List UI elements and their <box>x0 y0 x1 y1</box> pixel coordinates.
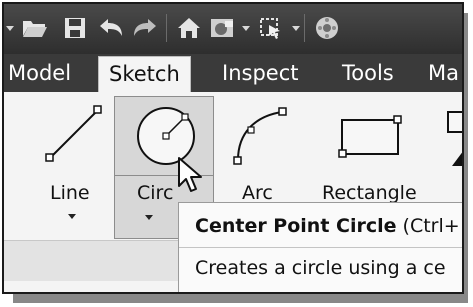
save-icon[interactable] <box>60 13 90 43</box>
tab-inspect[interactable]: Inspect <box>222 54 298 92</box>
next-tool-icon[interactable] <box>442 106 464 176</box>
circle-tool-label: Circ <box>137 182 174 204</box>
toolbar-separator <box>304 14 305 42</box>
toolbar-separator <box>166 14 167 42</box>
line-dropdown-arrow-icon[interactable] <box>68 214 76 219</box>
tooltip: Center Point Circle (Ctrl+ Creates a cir… <box>178 202 462 292</box>
quick-access-toolbar <box>4 4 462 54</box>
tooltip-separator <box>179 247 462 248</box>
rectangle-tool-label: Rectangle <box>322 182 417 204</box>
tooltip-shortcut: (Ctrl+ <box>396 215 460 237</box>
tab-model[interactable]: Model <box>8 54 71 92</box>
screenshot-frame: Model Sketch Inspect Tools Ma Line Circ … <box>2 2 464 294</box>
undo-icon[interactable] <box>96 13 126 43</box>
ribbon-tab-bar: Model Sketch Inspect Tools Ma <box>4 54 462 93</box>
home-icon[interactable] <box>174 13 204 43</box>
tab-tools[interactable]: Tools <box>342 54 394 92</box>
redo-icon[interactable] <box>130 13 160 43</box>
dropdown-arrow-icon[interactable] <box>6 26 14 31</box>
open-folder-icon[interactable] <box>20 13 50 43</box>
tab-manage[interactable]: Ma <box>428 54 459 92</box>
tooltip-description: Creates a circle using a ce <box>195 257 446 279</box>
dropdown-arrow-icon[interactable] <box>242 26 250 31</box>
line-tool-label: Line <box>50 182 90 204</box>
tab-sketch[interactable]: Sketch <box>98 56 191 93</box>
appearance-icon[interactable] <box>312 13 342 43</box>
select-icon[interactable] <box>256 13 286 43</box>
tooltip-title: Center Point Circle (Ctrl+ <box>195 215 460 237</box>
mouse-cursor-icon <box>178 157 202 192</box>
arc-tool-label: Arc <box>242 182 273 204</box>
dropdown-arrow-icon[interactable] <box>292 26 300 31</box>
materials-icon[interactable] <box>208 13 238 43</box>
circle-dropdown-arrow-icon[interactable] <box>145 215 153 220</box>
tooltip-title-bold: Center Point Circle <box>195 215 397 237</box>
line-tool-button[interactable]: Line <box>34 92 104 237</box>
